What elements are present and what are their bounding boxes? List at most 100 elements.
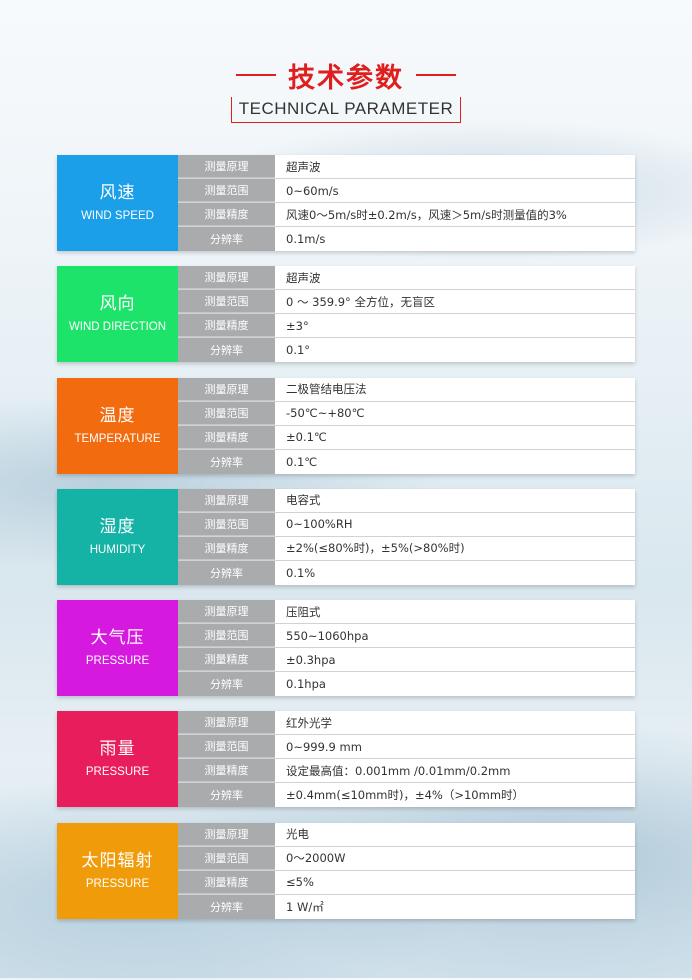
parameter-row: 分辨率 0.1hpa bbox=[178, 672, 635, 697]
parameter-value: ±3° bbox=[275, 314, 635, 338]
parameter-value: ±0.1℃ bbox=[275, 425, 635, 449]
parameter-value: ≤5% bbox=[275, 870, 635, 894]
parameter-value: 超声波 bbox=[275, 155, 635, 178]
parameter-row: 测量范围 0～2000W bbox=[178, 846, 635, 871]
parameter-label: 分辨率 bbox=[178, 783, 275, 808]
title-en-wrapper: TECHNICAL PARAMETER bbox=[230, 97, 462, 123]
parameter-rows: 测量原理 光电 测量范围 0～2000W 测量精度 ≤5% 分辨率 1 W/㎡ bbox=[178, 822, 635, 919]
parameter-rows: 测量原理 超声波 测量范围 0~60m/s 测量精度 风速0～5m/s时±0.2m/s，风… bbox=[178, 155, 635, 251]
parameter-row: 测量范围 0~60m/s bbox=[178, 179, 635, 203]
parameter-label: 测量范围 bbox=[178, 179, 275, 202]
parameter-row: 测量原理 超声波 bbox=[178, 266, 635, 291]
parameter-label: 分辨率 bbox=[178, 672, 275, 697]
parameter-block: 湿度 HUMIDITY 测量原理 电容式 测量范围 0~100%RH 测量精度 ±2%(≤80… bbox=[57, 488, 635, 585]
title-decor-line-left bbox=[236, 74, 276, 76]
parameter-row: 分辨率 1 W/㎡ bbox=[178, 894, 635, 919]
category-tile: 温度 TEMPERATURE bbox=[57, 377, 178, 474]
parameter-value: 风速0～5m/s时±0.2m/s，风速＞5m/s时测量值的3% bbox=[275, 203, 635, 226]
parameter-value: 0.1% bbox=[275, 560, 635, 585]
parameter-label: 测量原理 bbox=[178, 488, 275, 512]
parameter-label: 分辨率 bbox=[178, 894, 275, 919]
parameter-block: 温度 TEMPERATURE 测量原理 二极管结电压法 测量范围 -50℃~+80℃ 测量精… bbox=[57, 377, 635, 474]
parameter-row: 测量范围 550~1060hpa bbox=[178, 624, 635, 649]
parameter-label: 测量精度 bbox=[178, 203, 275, 226]
category-name-cn: 温度 bbox=[99, 405, 136, 426]
parameter-label: 测量精度 bbox=[178, 314, 275, 338]
parameter-block: 大气压 PRESSURE 测量原理 压阻式 测量范围 550~1060hpa 测量精度 ±0.… bbox=[57, 600, 635, 697]
parameter-label: 测量精度 bbox=[178, 648, 275, 672]
category-name-cn: 风向 bbox=[99, 294, 136, 315]
parameter-rows: 测量原理 红外光学 测量范围 0~999.9 mm 测量精度 设定最高值：0.001mm … bbox=[178, 711, 635, 808]
parameter-row: 测量原理 电容式 bbox=[178, 488, 635, 513]
parameter-value: 0~60m/s bbox=[275, 179, 635, 202]
parameter-row: 测量原理 光电 bbox=[178, 822, 635, 847]
parameter-row: 分辨率 0.1% bbox=[178, 560, 635, 585]
parameter-value: 0~100%RH bbox=[275, 512, 635, 536]
category-tile: 风向 WIND DIRECTION bbox=[57, 266, 178, 363]
parameter-label: 测量原理 bbox=[178, 711, 275, 735]
category-name-en: TEMPERATURE bbox=[74, 432, 161, 445]
parameter-value: 0.1° bbox=[275, 338, 635, 363]
title-en-frame bbox=[230, 97, 462, 123]
parameter-value: ±2%(≤80%时)，±5%(>80%时) bbox=[275, 536, 635, 560]
parameter-row: 分辨率 0.1° bbox=[178, 338, 635, 363]
parameter-label: 分辨率 bbox=[178, 227, 275, 251]
parameter-label: 测量原理 bbox=[178, 155, 275, 178]
parameter-value: 超声波 bbox=[275, 266, 635, 290]
parameter-row: 测量范围 0 ～ 359.9° 全方位，无盲区 bbox=[178, 290, 635, 315]
parameter-value: 1 W/㎡ bbox=[275, 894, 635, 919]
parameter-value: ±0.4mm(≤10mm时)，±4%（>10mm时） bbox=[275, 783, 635, 808]
parameter-value: 550~1060hpa bbox=[275, 624, 635, 648]
parameter-label: 分辨率 bbox=[178, 449, 275, 474]
parameter-label: 测量精度 bbox=[178, 759, 275, 783]
category-tile: 雨量 PRESSURE bbox=[57, 711, 178, 808]
parameter-rows: 测量原理 电容式 测量范围 0~100%RH 测量精度 ±2%(≤80%时)，±5%(>8… bbox=[178, 488, 635, 585]
parameter-row: 分辨率 ±0.4mm(≤10mm时)，±4%（>10mm时） bbox=[178, 783, 635, 808]
category-name-cn: 太阳辐射 bbox=[81, 850, 154, 871]
parameter-value: 光电 bbox=[275, 822, 635, 846]
parameter-label: 测量范围 bbox=[178, 735, 275, 759]
parameter-value: 电容式 bbox=[275, 488, 635, 512]
parameter-row: 测量原理 超声波 bbox=[178, 155, 635, 179]
parameter-row: 测量精度 ±0.1℃ bbox=[178, 425, 635, 450]
category-name-cn: 湿度 bbox=[99, 516, 136, 537]
parameter-label: 测量范围 bbox=[178, 290, 275, 314]
parameter-row: 测量原理 压阻式 bbox=[178, 600, 635, 625]
parameter-rows: 测量原理 二极管结电压法 测量范围 -50℃~+80℃ 测量精度 ±0.1℃ 分辨率 0.1℃ bbox=[178, 377, 635, 474]
parameter-label: 测量精度 bbox=[178, 425, 275, 449]
parameter-row: 测量范围 0~100%RH bbox=[178, 512, 635, 537]
parameter-block: 风速 WIND SPEED 测量原理 超声波 测量范围 0~60m/s 测量精度 风速0～5m… bbox=[57, 155, 635, 251]
parameter-row: 测量精度 ±3° bbox=[178, 314, 635, 339]
parameter-row: 分辨率 0.1℃ bbox=[178, 449, 635, 474]
parameter-label: 测量原理 bbox=[178, 600, 275, 624]
parameter-value: 0 ～ 359.9° 全方位，无盲区 bbox=[275, 290, 635, 314]
category-name-en: PRESSURE bbox=[85, 877, 150, 890]
page-title-cn: 技术参数 bbox=[288, 63, 404, 94]
parameter-blocks: 风速 WIND SPEED 测量原理 超声波 测量范围 0~60m/s 测量精度 风速0～5m… bbox=[57, 155, 635, 934]
parameter-row: 测量范围 0~999.9 mm bbox=[178, 735, 635, 760]
category-tile: 风速 WIND SPEED bbox=[57, 155, 178, 251]
parameter-value: 0～2000W bbox=[275, 846, 635, 870]
title-decor-line-right bbox=[416, 74, 456, 76]
parameter-label: 测量范围 bbox=[178, 512, 275, 536]
parameter-label: 测量原理 bbox=[178, 266, 275, 290]
parameter-row: 测量精度 ±0.3hpa bbox=[178, 648, 635, 673]
parameter-value: 0.1m/s bbox=[275, 227, 635, 251]
parameter-row: 测量精度 风速0～5m/s时±0.2m/s，风速＞5m/s时测量值的3% bbox=[178, 203, 635, 227]
category-tile: 湿度 HUMIDITY bbox=[57, 488, 178, 585]
parameter-row: 测量精度 ≤5% bbox=[178, 870, 635, 895]
parameter-label: 测量原理 bbox=[178, 822, 275, 846]
parameter-value: 设定最高值：0.001mm /0.01mm/0.2mm bbox=[275, 759, 635, 783]
parameter-value: 0.1℃ bbox=[275, 449, 635, 474]
parameter-row: 测量精度 设定最高值：0.001mm /0.01mm/0.2mm bbox=[178, 759, 635, 784]
category-tile: 太阳辐射 PRESSURE bbox=[57, 822, 178, 919]
parameter-label: 测量范围 bbox=[178, 624, 275, 648]
parameter-label: 测量范围 bbox=[178, 846, 275, 870]
parameter-block: 雨量 PRESSURE 测量原理 红外光学 测量范围 0~999.9 mm 测量精度 设定最高… bbox=[57, 711, 635, 808]
parameter-label: 测量精度 bbox=[178, 536, 275, 560]
parameter-block: 太阳辐射 PRESSURE 测量原理 光电 测量范围 0～2000W 测量精度 ≤5% 分辨率 1… bbox=[57, 822, 635, 919]
category-name-cn: 大气压 bbox=[90, 628, 145, 649]
category-tile: 大气压 PRESSURE bbox=[57, 600, 178, 697]
page-header: 技术参数 TECHNICAL PARAMETER bbox=[0, 56, 692, 123]
parameter-value: 二极管结电压法 bbox=[275, 377, 635, 401]
